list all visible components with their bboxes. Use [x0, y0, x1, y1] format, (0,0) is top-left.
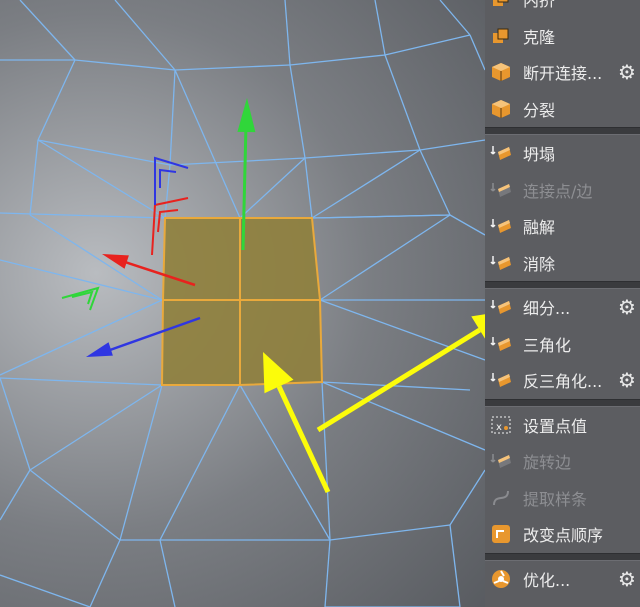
menu-item-label: 断开连接... [523, 64, 603, 84]
menu-item-label: 细分... [523, 299, 571, 319]
menu-item-label: 内挤 [523, 0, 556, 11]
set-point-value-icon: x [489, 413, 513, 437]
menu-item[interactable]: 消除 [485, 245, 640, 282]
menu-item-label: 克隆 [523, 27, 556, 47]
3d-viewport[interactable]: 内挤克隆断开连接... ⚙ 分裂坍塌连接点/边融解消除细分... ⚙ 三角化反三角化..… [0, 0, 640, 607]
dissolve-icon [489, 214, 513, 238]
menu-item[interactable]: 分裂 [485, 91, 640, 128]
connect-points-edges-icon [489, 178, 513, 202]
menu-item: 提取样条 [485, 480, 640, 517]
menu-item[interactable]: 1复位缩放...⚙ [485, 597, 640, 607]
menu-item-label: 设置点值 [523, 416, 588, 436]
change-point-order-icon [489, 522, 513, 546]
menu-group: x 设置点值旋转边提取样条改变点顺序 [485, 405, 640, 554]
menu-item: 旋转边 [485, 443, 640, 480]
menu-item[interactable]: 克隆 [485, 18, 640, 55]
menu-group: 内挤克隆断开连接... ⚙ 分裂 [485, 0, 640, 128]
svg-text:x: x [496, 422, 502, 433]
gear-icon[interactable]: ⚙ [616, 568, 638, 590]
menu-item[interactable]: x 设置点值 [485, 407, 640, 444]
menu-item-label: 提取样条 [523, 489, 588, 509]
menu-item-label: 改变点顺序 [523, 526, 604, 546]
menu-item-label: 坍塌 [523, 145, 556, 165]
menu-item-label: 优化... [523, 570, 571, 590]
menu-item-label: 分裂 [523, 100, 556, 120]
split-icon [489, 97, 513, 121]
optimize-icon [489, 567, 513, 591]
menu-item: 连接点/边 [485, 172, 640, 209]
menu-group: 细分... ⚙ 三角化反三角化... ⚙ [485, 288, 640, 400]
menu-group: 优化... ⚙ 1 复位缩放... ⚙ [485, 559, 640, 607]
subdivide-icon [489, 295, 513, 319]
menu-item[interactable]: 断开连接... ⚙ [485, 54, 640, 91]
edge-to-spline-icon [489, 486, 513, 510]
gear-icon[interactable]: ⚙ [616, 369, 638, 391]
selected-face[interactable] [161, 217, 241, 301]
menu-item-label: 消除 [523, 254, 556, 274]
mesh-command-menu: 内挤克隆断开连接... ⚙ 分裂坍塌连接点/边融解消除细分... ⚙ 三角化反三角化..… [485, 0, 640, 607]
menu-group: 坍塌连接点/边融解消除 [485, 134, 640, 282]
triangulate-icon [489, 332, 513, 356]
menu-item[interactable]: 融解 [485, 208, 640, 245]
gear-icon[interactable]: ⚙ [616, 61, 638, 83]
eliminate-icon [489, 251, 513, 275]
untriangulate-icon [489, 368, 513, 392]
menu-item-label: 旋转边 [523, 453, 572, 473]
menu-item-label: 反三角化... [523, 372, 603, 392]
menu-item[interactable]: 内挤 [485, 0, 640, 18]
menu-item[interactable]: 坍塌 [485, 135, 640, 172]
collapse-icon [489, 141, 513, 165]
menu-item[interactable]: 改变点顺序 [485, 516, 640, 553]
selected-face[interactable] [239, 217, 322, 301]
menu-item[interactable]: 细分... ⚙ [485, 289, 640, 326]
spin-edge-icon [489, 449, 513, 473]
gear-icon[interactable]: ⚙ [616, 296, 638, 318]
menu-item-label: 复位缩放... [523, 603, 602, 607]
menu-item-label: 三角化 [523, 335, 572, 355]
menu-item[interactable]: 优化... ⚙ [485, 561, 640, 598]
menu-item[interactable]: 反三角化... ⚙ [485, 362, 640, 399]
extrude-inner-icon [489, 0, 513, 11]
reset-scale-icon: 1 [489, 603, 513, 607]
menu-item-label: 融解 [523, 218, 556, 238]
disconnect-icon [489, 60, 513, 84]
menu-item[interactable]: 三角化 [485, 326, 640, 363]
menu-item-label: 连接点/边 [523, 181, 593, 201]
clone-icon [489, 24, 513, 48]
selected-face[interactable] [160, 299, 241, 386]
